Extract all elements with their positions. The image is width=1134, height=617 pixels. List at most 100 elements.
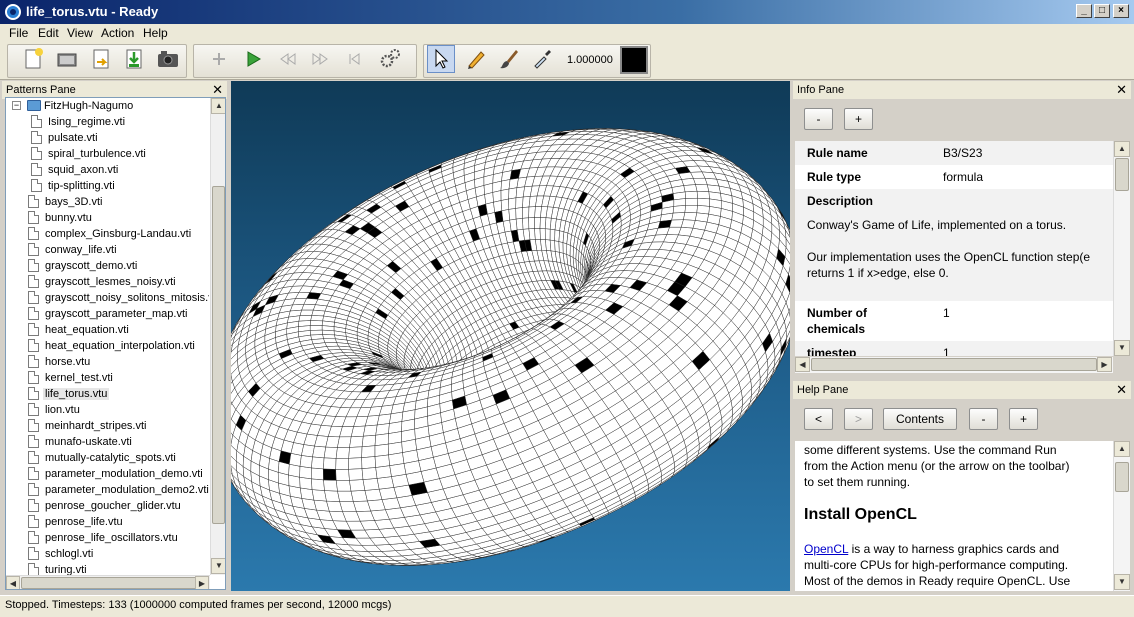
scroll-up-icon[interactable]: ▲ — [1114, 141, 1130, 157]
tree-item-label: penrose_life_oscillators.vtu — [45, 532, 178, 544]
info-row-rule-name: Rule name B3/S23 — [795, 141, 1113, 165]
brush-icon[interactable] — [496, 46, 522, 72]
tree-item[interactable]: complex_Ginsburg-Landau.vti — [6, 226, 209, 242]
tree-item[interactable]: grayscott_lesmes_noisy.vti — [6, 274, 209, 290]
tree-item[interactable]: grayscott_demo.vti — [6, 258, 209, 274]
file-icon — [28, 275, 39, 288]
new-icon[interactable] — [20, 46, 46, 72]
file-icon — [28, 195, 39, 208]
tree-item[interactable]: pulsate.vti — [6, 130, 209, 146]
menu-view[interactable]: View — [67, 26, 93, 40]
tree-item[interactable]: heat_equation.vti — [6, 322, 209, 338]
render-viewport[interactable] — [231, 81, 790, 591]
rewind-icon[interactable] — [275, 46, 301, 72]
info-vscrollbar[interactable]: ▲ ▼ — [1113, 141, 1130, 356]
tree-item-label: tip-splitting.vti — [48, 180, 115, 192]
tree-item[interactable]: bays_3D.vti — [6, 194, 209, 210]
close-icon[interactable]: ✕ — [212, 82, 223, 98]
tree-item-label: bays_3D.vti — [45, 196, 103, 208]
help-back-button[interactable]: < — [804, 408, 833, 430]
tree-folder[interactable]: − FitzHugh-Nagumo — [6, 98, 209, 114]
patterns-pane-title: Patterns Pane — [6, 84, 76, 96]
tree-item[interactable]: tip-splitting.vti — [6, 178, 209, 194]
patterns-hscrollbar[interactable]: ◀ ▶ — [6, 575, 210, 589]
tree-item[interactable]: conway_life.vti — [6, 242, 209, 258]
tree-item-label: pulsate.vti — [48, 132, 98, 144]
patterns-vscrollbar[interactable]: ▲ ▼ — [210, 98, 225, 575]
reload-icon[interactable] — [88, 46, 114, 72]
save-icon[interactable] — [121, 46, 147, 72]
tree-item[interactable]: life_torus.vtu — [6, 386, 209, 402]
pointer-icon[interactable] — [427, 45, 455, 73]
tree-item[interactable]: horse.vtu — [6, 354, 209, 370]
tree-item[interactable]: parameter_modulation_demo2.vti — [6, 482, 209, 498]
scroll-down-icon[interactable]: ▼ — [1114, 574, 1130, 590]
tree-item[interactable]: penrose_goucher_glider.vtu — [6, 498, 209, 514]
run-icon[interactable] — [240, 46, 266, 72]
tree-item[interactable]: lion.vtu — [6, 402, 209, 418]
scroll-right-icon[interactable]: ▶ — [195, 576, 209, 589]
scroll-up-icon[interactable]: ▲ — [1114, 441, 1130, 457]
info-zoom-in-button[interactable]: + — [844, 108, 873, 130]
info-row-rule-type: Rule type formula — [795, 165, 1113, 189]
tree-item[interactable]: squid_axon.vti — [6, 162, 209, 178]
chemicals-value[interactable]: 1 — [943, 306, 950, 320]
scroll-right-icon[interactable]: ▶ — [1097, 357, 1112, 372]
menu-action[interactable]: Action — [101, 26, 134, 40]
timestep-value[interactable]: 1 — [943, 346, 950, 356]
close-icon[interactable]: ✕ — [1116, 382, 1127, 398]
help-contents-button[interactable]: Contents — [883, 408, 957, 430]
tree-item[interactable]: munafo-uskate.vti — [6, 434, 209, 450]
help-vscrollbar[interactable]: ▲ ▼ — [1113, 441, 1130, 591]
file-icon — [28, 547, 39, 560]
help-zoom-in-button[interactable]: + — [1009, 408, 1038, 430]
color-swatch[interactable] — [620, 46, 648, 74]
tree-item[interactable]: schlogl.vti — [6, 546, 209, 562]
screenshot-icon[interactable] — [155, 46, 181, 72]
menu-help[interactable]: Help — [143, 26, 168, 40]
settings-icon[interactable] — [377, 46, 403, 72]
tree-item[interactable]: heat_equation_interpolation.vti — [6, 338, 209, 354]
maximize-button[interactable]: □ — [1094, 4, 1110, 18]
tree-item[interactable]: bunny.vtu — [6, 210, 209, 226]
scroll-thumb[interactable] — [1115, 462, 1129, 492]
tree-item[interactable]: spiral_turbulence.vti — [6, 146, 209, 162]
scroll-thumb[interactable] — [1115, 158, 1129, 191]
scroll-up-icon[interactable]: ▲ — [211, 98, 225, 114]
tree-item[interactable]: mutually-catalytic_spots.vti — [6, 450, 209, 466]
scroll-thumb[interactable] — [212, 186, 225, 524]
open-icon[interactable] — [54, 46, 80, 72]
close-icon[interactable]: ✕ — [1116, 82, 1127, 98]
fast-forward-icon[interactable] — [307, 46, 333, 72]
opencl-link[interactable]: OpenCL — [804, 542, 848, 556]
menu-edit[interactable]: Edit — [38, 26, 59, 40]
tree-item-label: munafo-uskate.vti — [45, 436, 132, 448]
minimize-button[interactable]: _ — [1076, 4, 1092, 18]
scroll-down-icon[interactable]: ▼ — [1114, 340, 1130, 356]
collapse-icon[interactable]: − — [12, 101, 21, 110]
tree-item[interactable]: parameter_modulation_demo.vti — [6, 466, 209, 482]
add-icon[interactable] — [206, 46, 232, 72]
pencil-icon[interactable] — [463, 46, 489, 72]
tree-item[interactable]: kernel_test.vti — [6, 370, 209, 386]
tree-item[interactable]: Ising_regime.vti — [6, 114, 209, 130]
menu-file[interactable]: File — [9, 26, 28, 40]
help-forward-button[interactable]: > — [844, 408, 873, 430]
tree-item[interactable]: penrose_life.vtu — [6, 514, 209, 530]
help-zoom-out-button[interactable]: - — [969, 408, 998, 430]
close-button[interactable]: × — [1113, 4, 1129, 18]
info-hscrollbar[interactable]: ◀ ▶ — [795, 357, 1113, 373]
eyedropper-icon[interactable] — [529, 46, 555, 72]
scroll-left-icon[interactable]: ◀ — [795, 357, 810, 372]
tree-item[interactable]: turing.vti — [6, 562, 209, 575]
hscroll-thumb[interactable] — [21, 577, 199, 589]
scroll-left-icon[interactable]: ◀ — [6, 576, 20, 589]
tree-item[interactable]: grayscott_parameter_map.vti — [6, 306, 209, 322]
tree-item[interactable]: meinhardt_stripes.vti — [6, 418, 209, 434]
tree-item[interactable]: penrose_life_oscillators.vtu — [6, 530, 209, 546]
scroll-down-icon[interactable]: ▼ — [211, 558, 225, 574]
hscroll-thumb[interactable] — [811, 358, 1097, 371]
tree-item[interactable]: grayscott_noisy_solitons_mitosis.vti — [6, 290, 209, 306]
info-zoom-out-button[interactable]: - — [804, 108, 833, 130]
step-icon[interactable] — [341, 46, 367, 72]
